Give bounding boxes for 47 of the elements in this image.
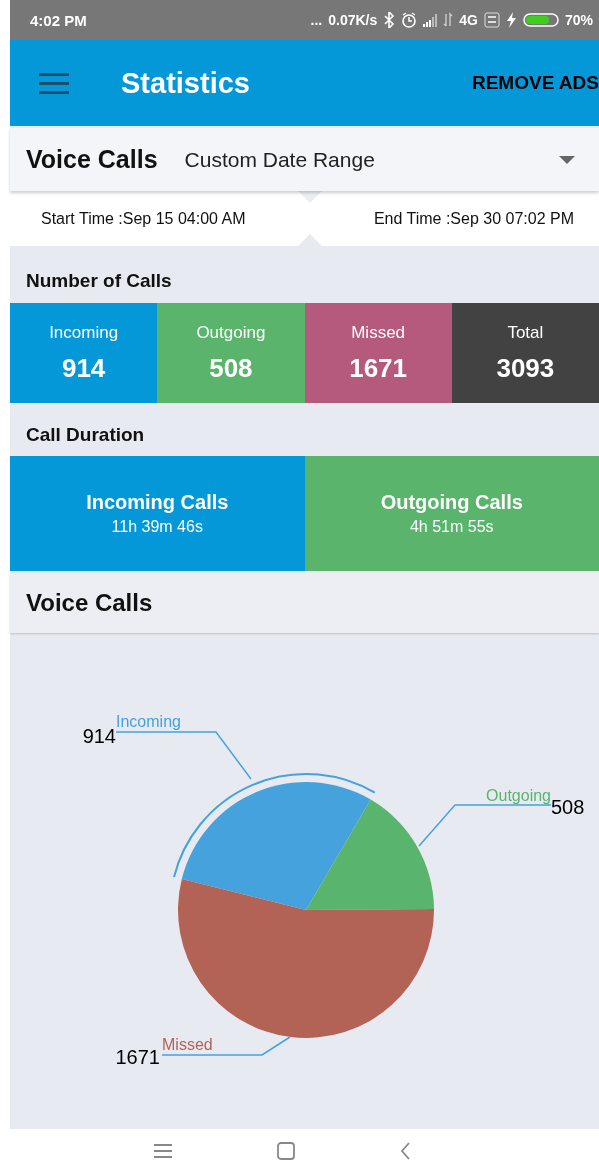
tile-label: Total xyxy=(507,322,544,343)
battery-icon xyxy=(522,13,559,27)
remove-ads-button[interactable]: REMOVE ADS xyxy=(461,64,599,102)
start-time[interactable]: Start Time :Sep 15 04:00 AM xyxy=(41,209,246,228)
home-icon[interactable] xyxy=(277,1142,295,1160)
tile-label: Outgoing xyxy=(196,322,266,343)
tile-label: Missed xyxy=(351,322,406,343)
pie-slice[interactable] xyxy=(181,782,371,910)
network-speed: 0.07K/s xyxy=(328,12,378,28)
section-title: Voice Calls xyxy=(26,589,153,617)
tile-value: 508 xyxy=(209,352,253,384)
data-value: 914 xyxy=(82,725,116,747)
tile-value: 4h 51m 55s xyxy=(409,518,494,536)
bluetooth-icon xyxy=(383,12,396,28)
status-time: 4:02 PM xyxy=(30,11,87,29)
pie-slice[interactable] xyxy=(306,799,434,910)
data-arrows-icon xyxy=(443,12,454,28)
data-value: 508 xyxy=(551,796,585,818)
tile-value: 1671 xyxy=(349,352,408,384)
battery-percent: 70% xyxy=(564,12,593,28)
tile-value: 914 xyxy=(61,352,106,384)
slice-label: Outgoing xyxy=(486,787,551,804)
section-title: Voice Calls xyxy=(26,145,158,174)
tile-label: Incoming xyxy=(49,322,119,343)
signal-icon xyxy=(423,13,438,27)
date-range-dropdown[interactable]: Custom Date Range xyxy=(184,128,599,191)
tile-value: 3093 xyxy=(496,352,555,384)
end-time[interactable]: End Time :Sep 30 07:02 PM xyxy=(373,209,574,228)
screen-title: Statistics xyxy=(121,66,251,100)
data-value: 1671 xyxy=(115,1046,160,1068)
volte-icon xyxy=(483,12,500,28)
status-more: ... xyxy=(310,12,323,28)
tile-label: Outgoing Calls xyxy=(380,491,523,514)
alarm-icon xyxy=(401,12,418,28)
menu-icon[interactable] xyxy=(39,72,69,94)
slice-label: Missed xyxy=(162,1036,213,1053)
tile-value: 11h 39m 46s xyxy=(111,518,203,536)
slice-label: Incoming xyxy=(116,713,181,730)
back-icon[interactable] xyxy=(400,1142,411,1160)
section-title: Number of Calls xyxy=(25,268,173,293)
charging-icon xyxy=(505,12,517,28)
pie-slice[interactable] xyxy=(178,879,434,1038)
tile-label: Incoming Calls xyxy=(86,491,229,514)
caret-icon xyxy=(559,155,575,164)
section-title: Call Duration xyxy=(25,422,146,447)
menu-icon[interactable] xyxy=(154,1144,172,1158)
network-type: 4G xyxy=(459,12,478,28)
